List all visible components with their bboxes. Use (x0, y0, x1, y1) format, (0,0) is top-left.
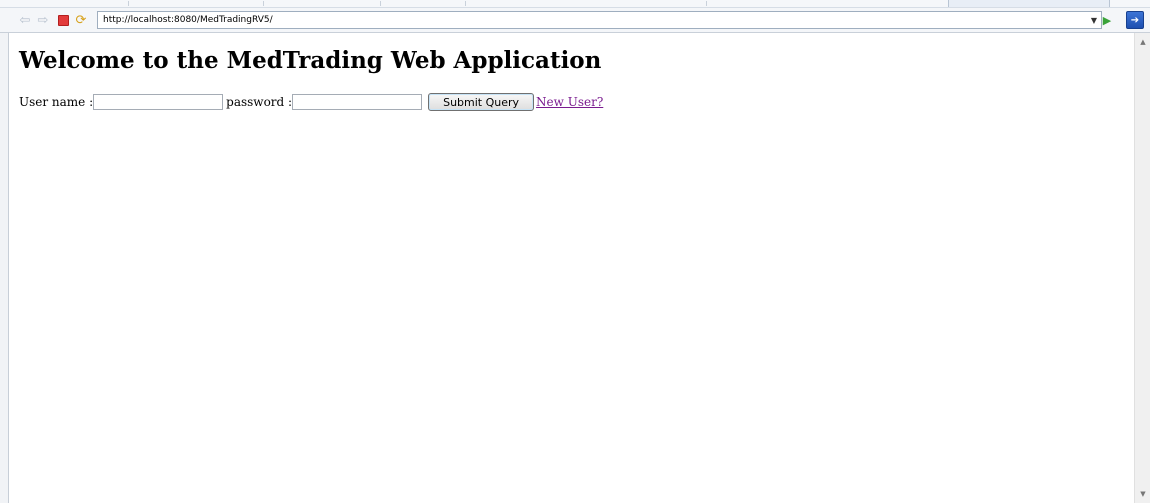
address-bar[interactable]: http://localhost:8080/MedTradingRV5/ ▼ (97, 11, 1102, 29)
tab-separator (380, 1, 381, 6)
refresh-icon[interactable]: ⟳ (73, 12, 89, 28)
forward-arrow-icon[interactable]: ⇨ (35, 12, 51, 28)
username-label: User name : (19, 95, 94, 109)
page-content: Welcome to the MedTrading Web Applicatio… (9, 33, 1133, 503)
page-title: Welcome to the MedTrading Web Applicatio… (19, 47, 602, 74)
login-form: User name : password : Submit Query New … (19, 93, 603, 111)
back-arrow-icon[interactable]: ⇦ (17, 12, 33, 28)
stop-icon[interactable] (55, 12, 71, 28)
chevron-down-icon[interactable]: ▼ (1087, 12, 1101, 28)
password-label: password : (226, 95, 293, 109)
url-text[interactable]: http://localhost:8080/MedTradingRV5/ (98, 15, 1087, 25)
new-user-link[interactable]: New User? (536, 95, 603, 109)
password-input[interactable] (292, 94, 423, 110)
tab-separator (465, 1, 466, 6)
editor-tab-strip (0, 0, 1150, 8)
go-play-icon[interactable]: ▶ (1100, 12, 1114, 28)
left-frame-border (0, 33, 9, 503)
exit-icon[interactable]: ➔ (1126, 11, 1144, 29)
username-input[interactable] (93, 94, 224, 110)
tab-separator (706, 1, 707, 6)
scroll-down-arrow-icon[interactable]: ▼ (1135, 487, 1150, 501)
submit-query-button[interactable]: Submit Query (428, 93, 535, 111)
scroll-up-arrow-icon[interactable]: ▲ (1135, 35, 1150, 49)
active-tab[interactable] (948, 0, 1110, 7)
tab-separator (128, 1, 129, 6)
tab-separator (263, 1, 264, 6)
vertical-scrollbar[interactable]: ▲ ▼ (1134, 33, 1150, 503)
stop-square (57, 14, 69, 26)
browser-toolbar: ⇦ ⇨ ⟳ http://localhost:8080/MedTradingRV… (0, 8, 1150, 33)
